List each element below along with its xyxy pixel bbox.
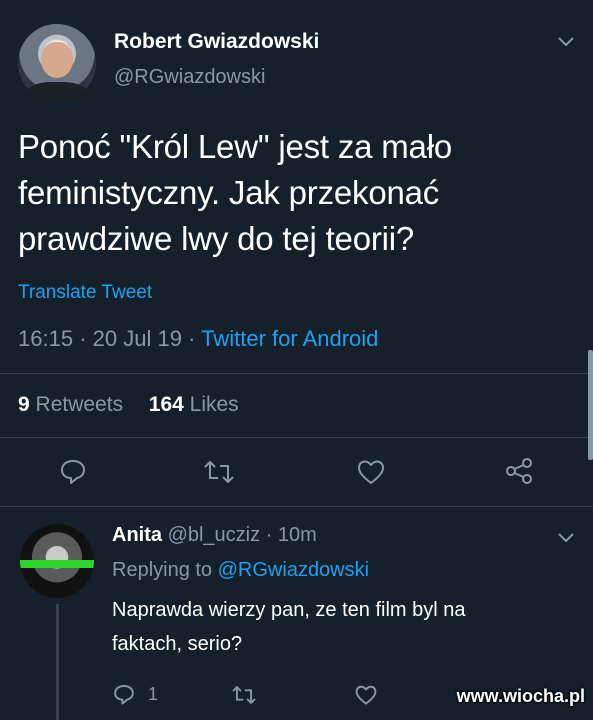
share-button[interactable]: [504, 456, 534, 491]
reply-author-avatar[interactable]: [20, 524, 94, 598]
scrollbar[interactable]: [588, 350, 593, 460]
tweet-source-link[interactable]: Twitter for Android: [201, 326, 378, 351]
tweet-time: 16:15: [18, 326, 74, 351]
likes-label: Likes: [189, 393, 239, 416]
like-button[interactable]: [356, 458, 386, 491]
reply-author-handle[interactable]: @bl_ucziz: [168, 524, 261, 546]
reply-icon: [114, 685, 134, 705]
avatar-face: [41, 42, 73, 78]
retweets-label: Retweets: [35, 393, 124, 416]
heart-icon: [355, 685, 377, 705]
share-icon: [506, 458, 532, 484]
divider: [0, 437, 593, 438]
reply-more-menu-button[interactable]: [556, 530, 576, 549]
reply-author-name[interactable]: Anita: [112, 524, 162, 546]
meta-separator: ·: [188, 326, 196, 351]
avatar-suit: [26, 82, 88, 102]
retweets-stat[interactable]: 9 Retweets: [18, 393, 123, 416]
tweet-action-bar: [0, 446, 593, 496]
avatar-green-bar: [20, 560, 94, 568]
author-avatar[interactable]: [18, 24, 96, 102]
reply-count: 1: [148, 684, 159, 704]
more-menu-button[interactable]: [556, 34, 576, 53]
replying-to: Replying to @RGwiazdowski: [112, 559, 369, 582]
likes-stat[interactable]: 164 Likes: [149, 393, 239, 416]
reply-like-button[interactable]: [354, 684, 378, 711]
author-handle[interactable]: @RGwiazdowski: [114, 66, 265, 89]
reply-header: Anita @bl_ucziz · 10m: [112, 524, 317, 547]
divider: [0, 506, 593, 507]
tweet-text: Ponoć "Król Lew" jest za mało feministyc…: [18, 128, 452, 257]
retweets-count: 9: [18, 393, 30, 416]
retweet-button[interactable]: [202, 458, 236, 491]
reply-retweet-button[interactable]: [230, 684, 258, 711]
translate-tweet-link[interactable]: Translate Tweet: [18, 282, 152, 304]
reply-reply-button[interactable]: 1: [112, 682, 158, 711]
author-name[interactable]: Robert Gwiazdowski: [114, 30, 319, 54]
retweet-icon: [204, 460, 234, 484]
chevron-down-icon: [558, 533, 574, 543]
reply-text: Naprawda wierzy pan, ze ten film byl na …: [112, 599, 466, 655]
heart-icon: [358, 460, 384, 484]
reply-button[interactable]: [58, 456, 88, 491]
reply-icon: [61, 460, 85, 484]
chevron-down-icon: [558, 37, 574, 47]
retweet-icon: [232, 685, 256, 705]
watermark: www.wiocha.pl: [456, 686, 585, 706]
replying-label: Replying to: [112, 559, 213, 581]
reply-age: · 10m: [265, 524, 317, 546]
tweet-metadata: 16:15 · 20 Jul 19 · Twitter for Android: [18, 326, 378, 352]
tweet-stats: 9 Retweets 164 Likes: [18, 393, 239, 417]
tweet-date: 20 Jul 19: [92, 326, 182, 351]
replying-handle-link[interactable]: @RGwiazdowski: [218, 559, 369, 581]
divider: [0, 373, 593, 374]
meta-separator: ·: [79, 326, 87, 351]
likes-count: 164: [148, 393, 184, 416]
